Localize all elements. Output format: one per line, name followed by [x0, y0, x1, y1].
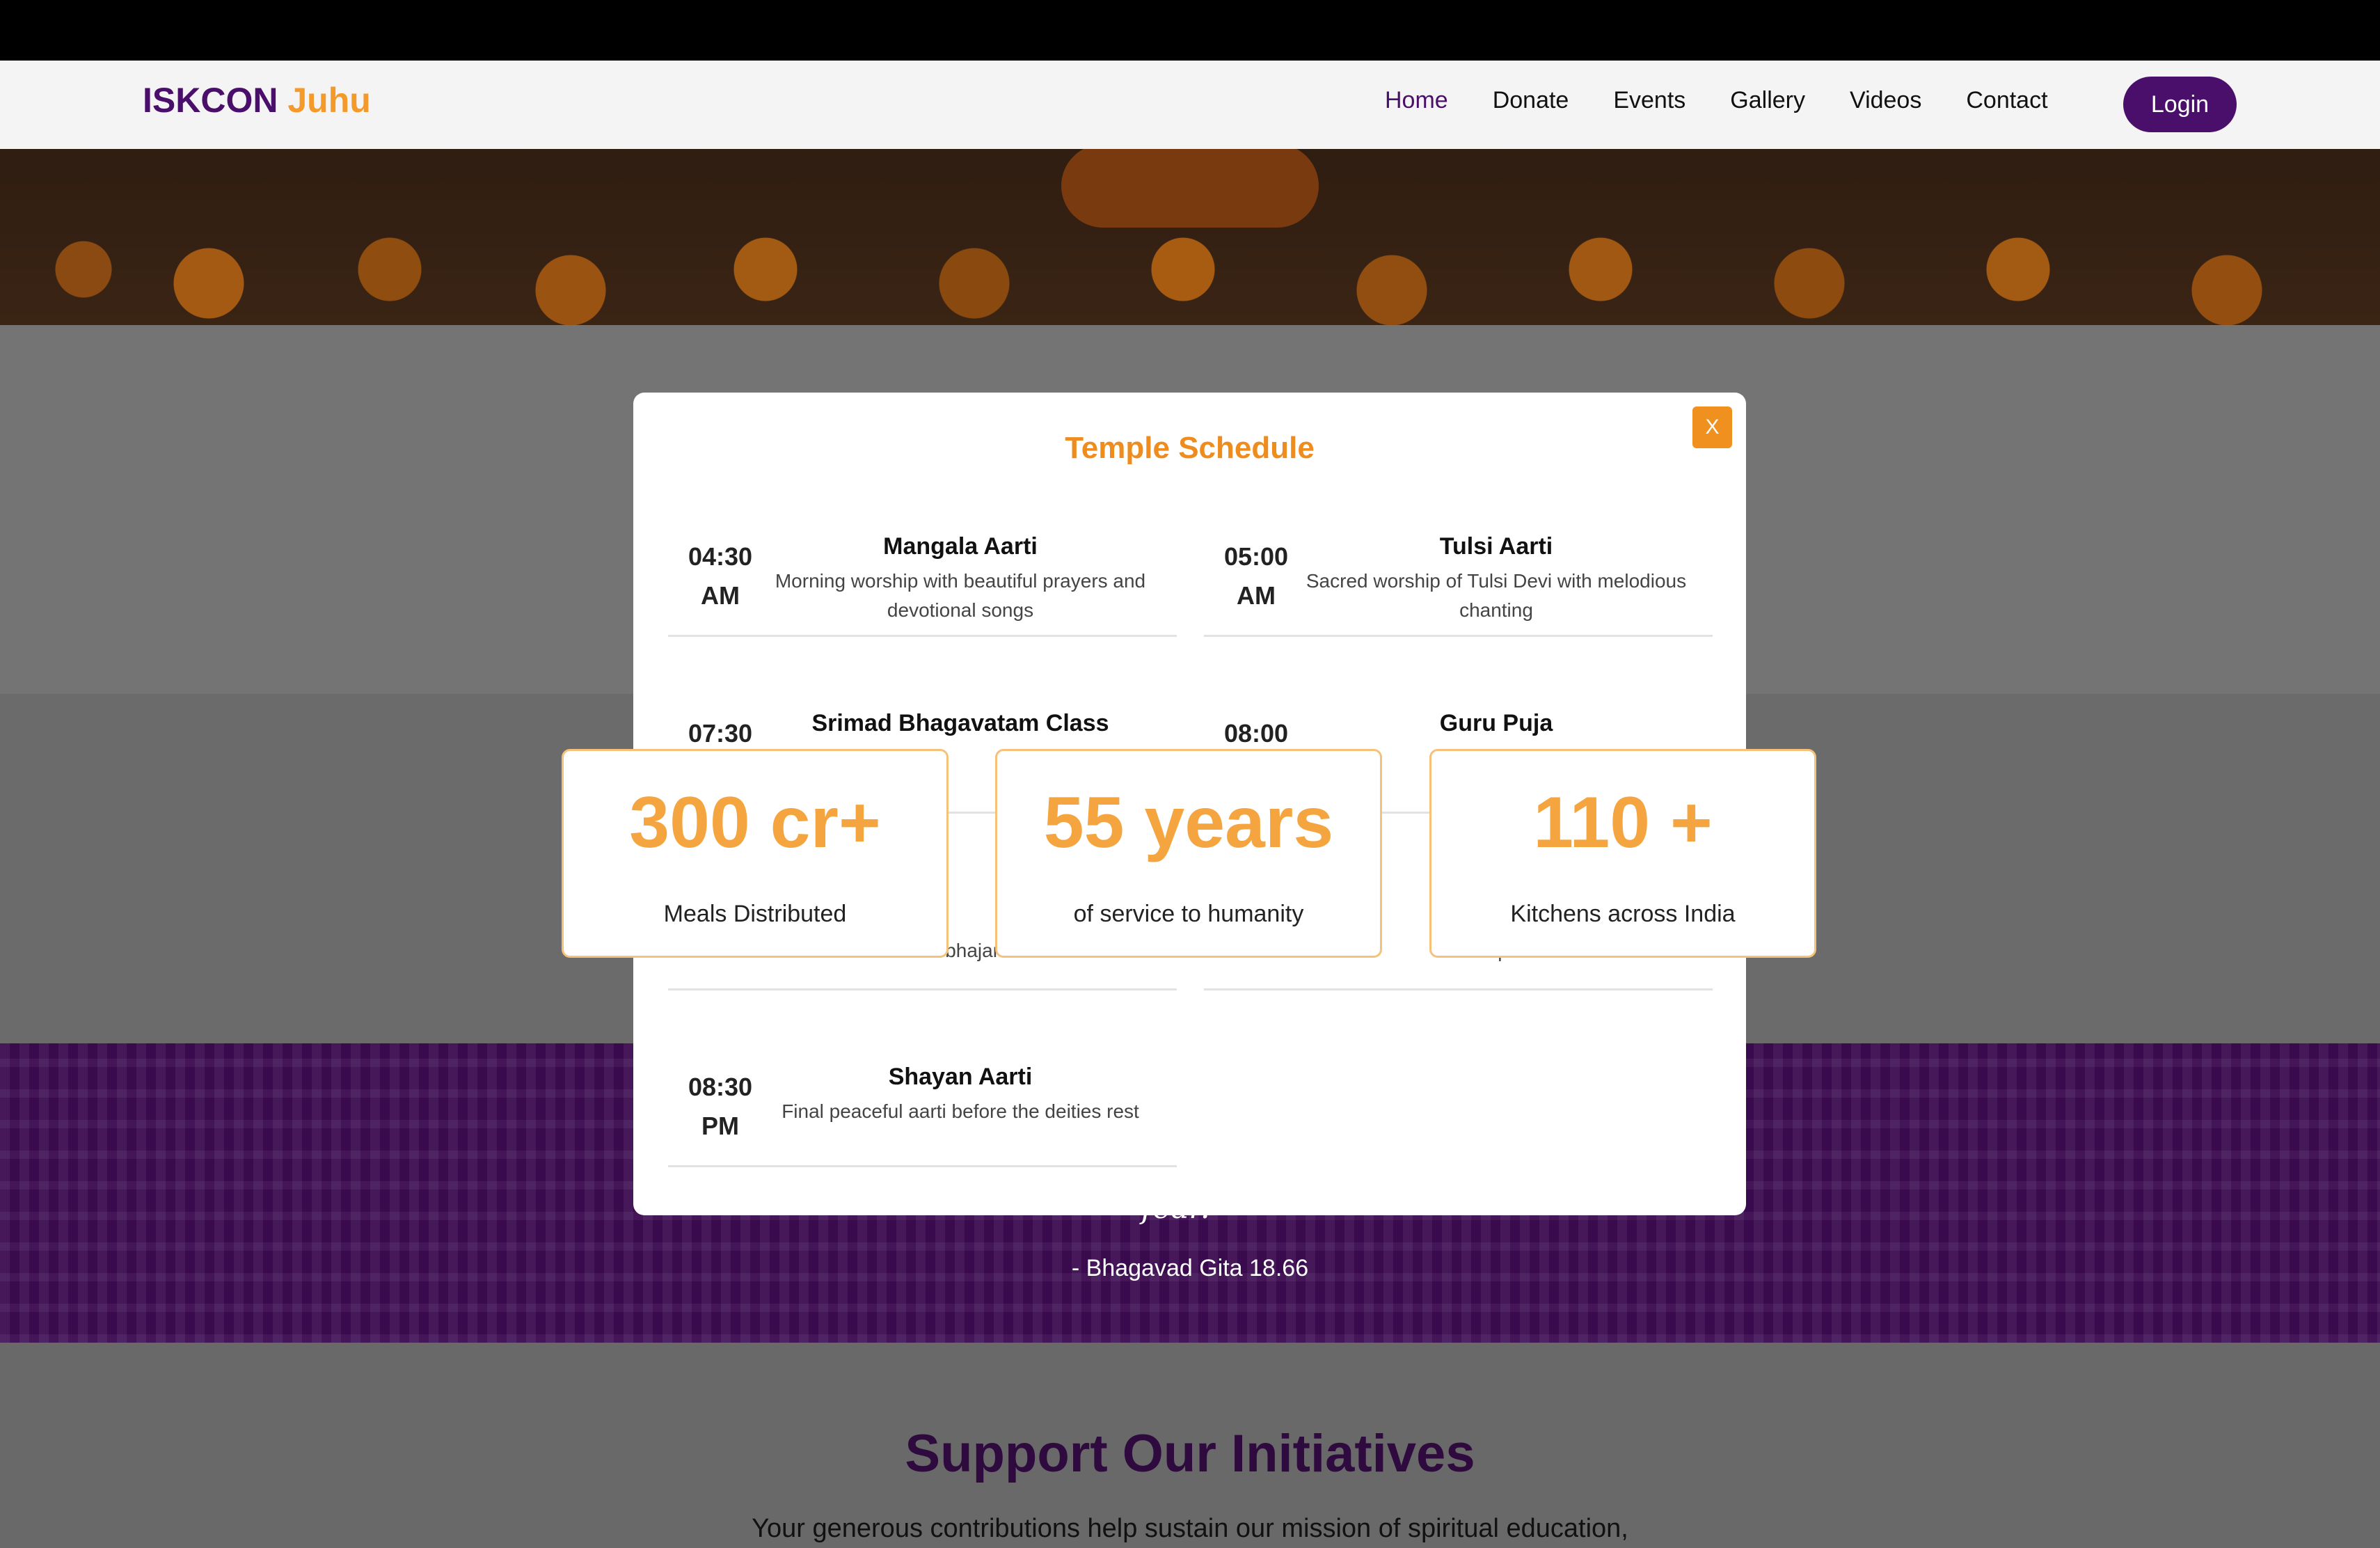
login-button[interactable]: Login	[2123, 77, 2237, 132]
browser-top-bar	[0, 0, 2380, 61]
nav-links: Home Donate Events Gallery Videos Contac…	[1385, 87, 2048, 114]
stat-card: 55 years of service to humanity	[995, 749, 1382, 958]
schedule-item: 08:30 PM Shayan Aarti Final peaceful aart…	[668, 1047, 1177, 1167]
schedule-item: 05:00 AM Tulsi Aarti Sacred worship of Tu…	[1204, 516, 1713, 637]
brand-logo[interactable]: ISKCON Juhu	[143, 80, 371, 120]
close-button[interactable]: X	[1692, 406, 1732, 448]
nav-contact[interactable]: Contact	[1966, 87, 2047, 114]
stat-card: 110 + Kitchens across India	[1429, 749, 1816, 958]
stat-card: 300 cr+ Meals Distributed	[562, 749, 949, 958]
schedule-name: Tulsi Aarti	[1439, 533, 1553, 560]
nav-events[interactable]: Events	[1613, 87, 1685, 114]
schedule-name: Mangala Aarti	[883, 533, 1038, 560]
stat-label: of service to humanity	[1073, 901, 1304, 927]
hero-action-button[interactable]	[1061, 144, 1319, 228]
nav-home[interactable]: Home	[1385, 87, 1448, 114]
stat-value: 110 +	[1533, 782, 1713, 863]
schedule-desc: Final peaceful aarti before the deities …	[782, 1100, 1139, 1122]
nav-videos[interactable]: Videos	[1850, 87, 1921, 114]
schedule-desc: Morning worship with beautiful prayers a…	[775, 570, 1146, 621]
nav-donate[interactable]: Donate	[1493, 87, 1569, 114]
quote-source: - Bhagavad Gita 18.66	[1071, 1255, 1309, 1281]
schedule-desc: Sacred worship of Tulsi Devi with melodi…	[1306, 570, 1687, 621]
brand-name-part1: ISKCON	[143, 81, 278, 120]
stat-value: 55 years	[1043, 782, 1334, 863]
stat-label: Meals Distributed	[663, 901, 847, 927]
stat-value: 300 cr+	[629, 782, 881, 863]
support-title: Support Our Initiatives	[905, 1424, 1475, 1483]
modal-title: Temple Schedule	[1065, 431, 1315, 465]
schedule-item: 04:30 AM Mangala Aarti Morning worship wi…	[668, 516, 1177, 637]
schedule-name: Shayan Aarti	[888, 1064, 1033, 1090]
schedule-time: 08:30 PM	[688, 1073, 753, 1140]
brand-name-part2: Juhu	[287, 81, 371, 120]
schedule-time: 05:00 AM	[1223, 542, 1289, 610]
support-text: Your generous contributions help sustain…	[752, 1514, 1628, 1543]
schedule-name: Srimad Bhagavatam Class	[811, 710, 1109, 736]
schedule-name: Guru Puja	[1439, 710, 1553, 736]
navbar: ISKCON Juhu Home Donate Events Gallery V…	[0, 61, 2380, 149]
stat-label: Kitchens across India	[1510, 901, 1736, 927]
schedule-time: 04:30 AM	[688, 542, 753, 610]
nav-gallery[interactable]: Gallery	[1730, 87, 1805, 114]
